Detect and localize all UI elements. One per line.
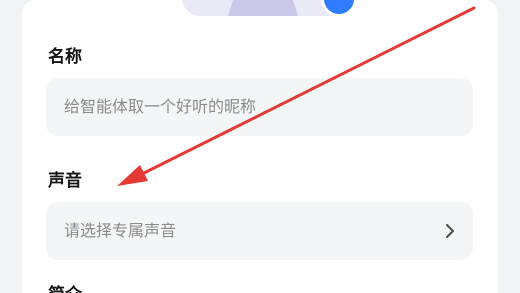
voice-select[interactable]: 请选择专属声音 bbox=[46, 202, 473, 260]
name-input-placeholder: 给智能体取一个好听的昵称 bbox=[64, 97, 257, 116]
voice-select-placeholder: 请选择专属声音 bbox=[64, 221, 177, 240]
name-label: 名称 bbox=[48, 47, 82, 67]
agent-form-card: 名称 给智能体取一个好听的昵称 声音 请选择专属声音 简介 bbox=[22, 0, 498, 293]
intro-label: 简介 bbox=[48, 285, 82, 293]
voice-label: 声音 bbox=[48, 171, 82, 191]
chevron-right-icon bbox=[446, 224, 454, 238]
name-input[interactable]: 给智能体取一个好听的昵称 bbox=[46, 78, 473, 136]
avatar-placeholder-icon bbox=[228, 0, 298, 16]
